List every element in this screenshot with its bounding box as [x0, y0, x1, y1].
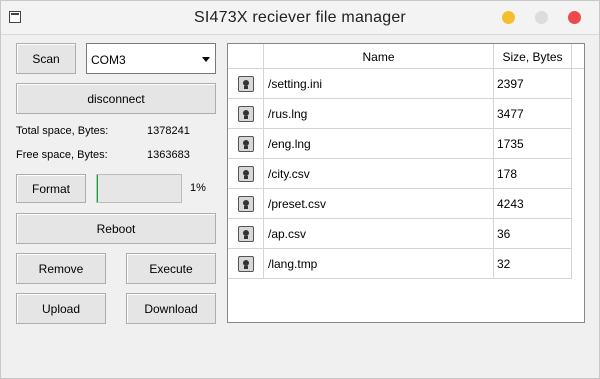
file-icon-cell[interactable]	[228, 129, 264, 159]
file-icon	[237, 255, 254, 272]
table-row[interactable]: /city.csv 178	[228, 159, 572, 189]
maximize-button[interactable]	[535, 11, 548, 24]
table-row[interactable]: /preset.csv 4243	[228, 189, 572, 219]
file-size-cell[interactable]: 178	[494, 159, 572, 189]
file-name-cell[interactable]: /ap.csv	[264, 219, 494, 249]
port-select[interactable]: COM3	[86, 43, 216, 74]
file-icon	[237, 105, 254, 122]
file-size-cell[interactable]: 1735	[494, 129, 572, 159]
file-icon-cell[interactable]	[228, 99, 264, 129]
free-space-value: 1363683	[147, 149, 190, 161]
remove-button[interactable]: Remove	[16, 253, 106, 284]
file-icon	[237, 135, 254, 152]
file-size-cell[interactable]: 2397	[494, 69, 572, 99]
format-button[interactable]: Format	[16, 174, 86, 203]
close-button[interactable]	[568, 11, 581, 24]
table-row[interactable]: /ap.csv 36	[228, 219, 572, 249]
execute-button[interactable]: Execute	[126, 253, 216, 284]
file-icon-cell[interactable]	[228, 249, 264, 279]
file-icon	[237, 195, 254, 212]
total-space-value: 1378241	[147, 125, 190, 137]
file-name-cell[interactable]: /setting.ini	[264, 69, 494, 99]
table-row[interactable]: /rus.lng 3477	[228, 99, 572, 129]
file-table[interactable]: Name Size, Bytes /setting.ini 2397/rus.ln…	[227, 43, 585, 323]
file-icon-cell[interactable]	[228, 159, 264, 189]
file-name-cell[interactable]: /city.csv	[264, 159, 494, 189]
table-row[interactable]: /setting.ini 2397	[228, 69, 572, 99]
file-icon	[237, 225, 254, 242]
file-icon-cell[interactable]	[228, 189, 264, 219]
file-size-cell[interactable]: 4243	[494, 189, 572, 219]
file-name-cell[interactable]: /lang.tmp	[264, 249, 494, 279]
file-size-cell[interactable]: 32	[494, 249, 572, 279]
progress-percent: 1%	[190, 182, 206, 194]
file-icon-cell[interactable]	[228, 219, 264, 249]
file-size-cell[interactable]: 3477	[494, 99, 572, 129]
header-size[interactable]: Size, Bytes	[494, 44, 572, 69]
minimize-button[interactable]	[502, 11, 515, 24]
table-header: Name Size, Bytes	[228, 44, 584, 69]
download-button[interactable]: Download	[126, 293, 216, 324]
table-row[interactable]: /eng.lng 1735	[228, 129, 572, 159]
free-space-label: Free space, Bytes:	[16, 149, 108, 161]
file-name-cell[interactable]: /rus.lng	[264, 99, 494, 129]
upload-button[interactable]: Upload	[16, 293, 106, 324]
file-icon-cell[interactable]	[228, 69, 264, 99]
header-name[interactable]: Name	[264, 44, 494, 69]
scan-button[interactable]: Scan	[16, 43, 76, 74]
table-row[interactable]: /lang.tmp 32	[228, 249, 572, 279]
total-space-label: Total space, Bytes:	[16, 125, 109, 137]
chevron-down-icon	[202, 57, 210, 62]
port-select-value: COM3	[91, 53, 126, 67]
disconnect-button[interactable]: disconnect	[16, 83, 216, 114]
file-icon	[237, 75, 254, 92]
file-size-cell[interactable]: 36	[494, 219, 572, 249]
title-bar[interactable]: SI473X reciever file manager	[1, 1, 599, 35]
progress-fill	[97, 175, 98, 202]
reboot-button[interactable]: Reboot	[16, 213, 216, 244]
header-icon-column[interactable]	[228, 44, 264, 69]
app-window: SI473X reciever file manager Scan COM3 d…	[0, 0, 600, 379]
format-progress-bar	[96, 174, 182, 203]
file-name-cell[interactable]: /eng.lng	[264, 129, 494, 159]
file-icon	[237, 165, 254, 182]
file-name-cell[interactable]: /preset.csv	[264, 189, 494, 219]
